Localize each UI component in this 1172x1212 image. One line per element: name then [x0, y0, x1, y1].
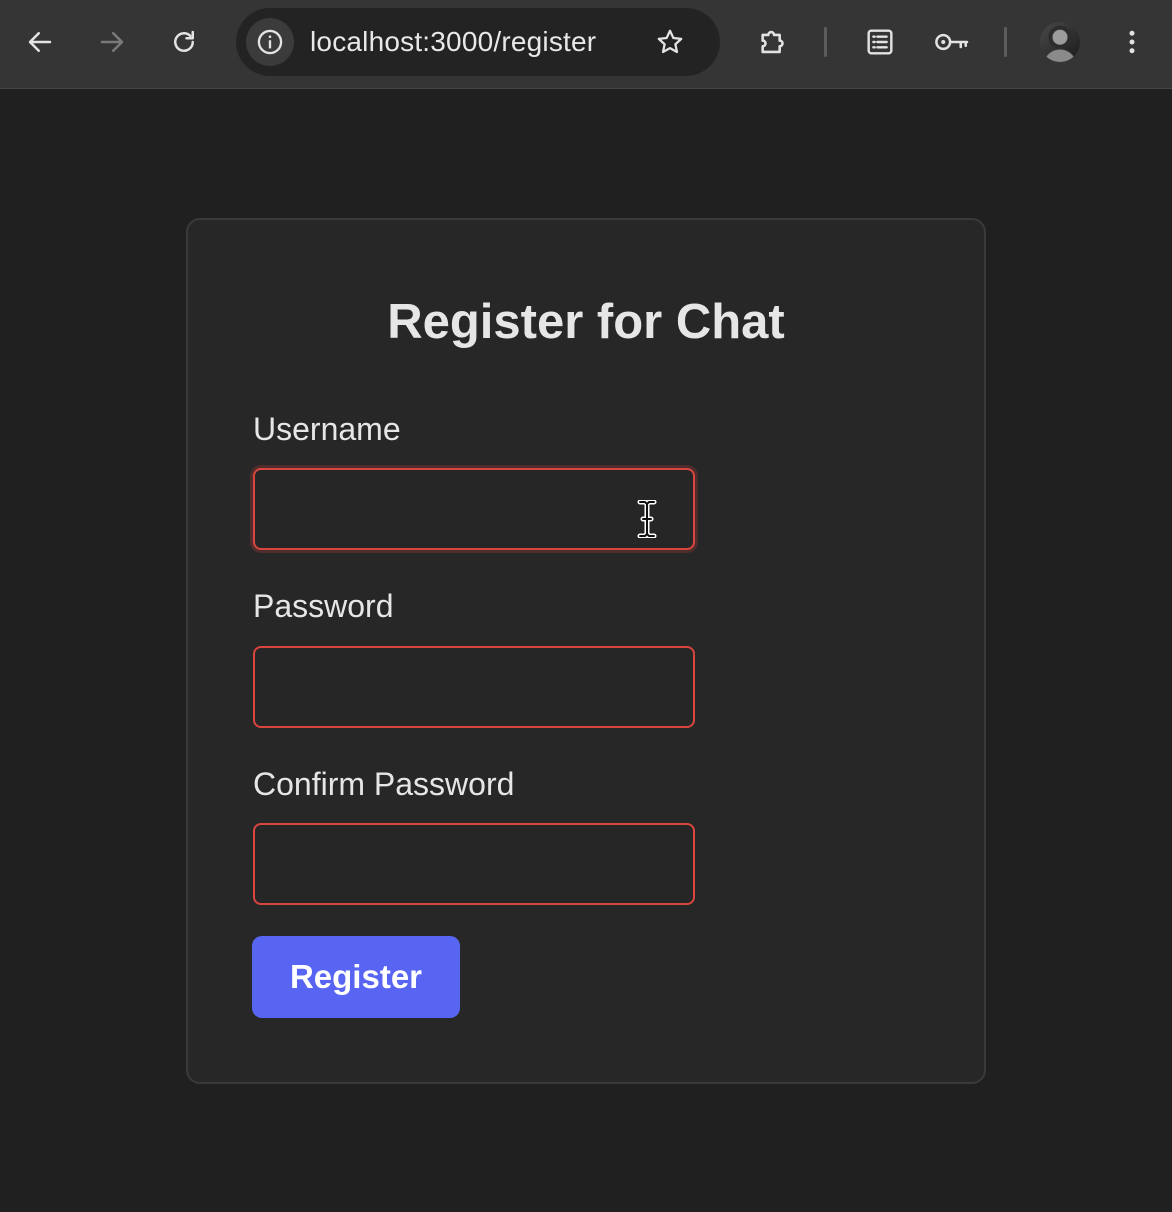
toolbar-divider [1004, 27, 1007, 57]
back-button[interactable] [18, 20, 62, 64]
puzzle-piece-icon [761, 30, 784, 54]
address-bar[interactable]: localhost:3000/register [236, 8, 720, 76]
reload-icon [174, 30, 194, 52]
password-label: Password [253, 588, 394, 624]
bookmark-button[interactable] [650, 22, 690, 62]
url-text[interactable]: localhost:3000/register [310, 25, 596, 59]
username-label: Username [253, 411, 401, 447]
site-info-button[interactable] [246, 18, 294, 66]
register-card: Register for Chat Username Password Conf… [186, 218, 986, 1084]
passwords-button[interactable] [930, 20, 974, 64]
browser-toolbar: localhost:3000/register [0, 0, 1172, 89]
reading-list-icon [867, 29, 893, 55]
toolbar-divider [824, 27, 827, 57]
confirm-password-label: Confirm Password [253, 766, 515, 802]
arrow-left-icon [28, 32, 52, 52]
username-field[interactable] [253, 468, 695, 550]
avatar[interactable] [1040, 22, 1080, 62]
star-icon [657, 29, 683, 54]
browser-menu-button[interactable] [1110, 20, 1154, 64]
info-icon [257, 29, 283, 55]
confirm-password-field[interactable] [253, 823, 695, 905]
password-field[interactable] [253, 646, 695, 728]
reading-list-button[interactable] [858, 20, 902, 64]
reload-button[interactable] [162, 20, 206, 64]
kebab-menu-icon [1129, 30, 1135, 54]
extensions-button[interactable] [752, 20, 796, 64]
forward-button[interactable] [90, 20, 134, 64]
key-icon [935, 33, 969, 51]
page-title: Register for Chat [387, 295, 785, 349]
arrow-right-icon [100, 32, 124, 52]
text-cursor-icon [637, 500, 657, 538]
register-button[interactable]: Register [252, 936, 460, 1018]
